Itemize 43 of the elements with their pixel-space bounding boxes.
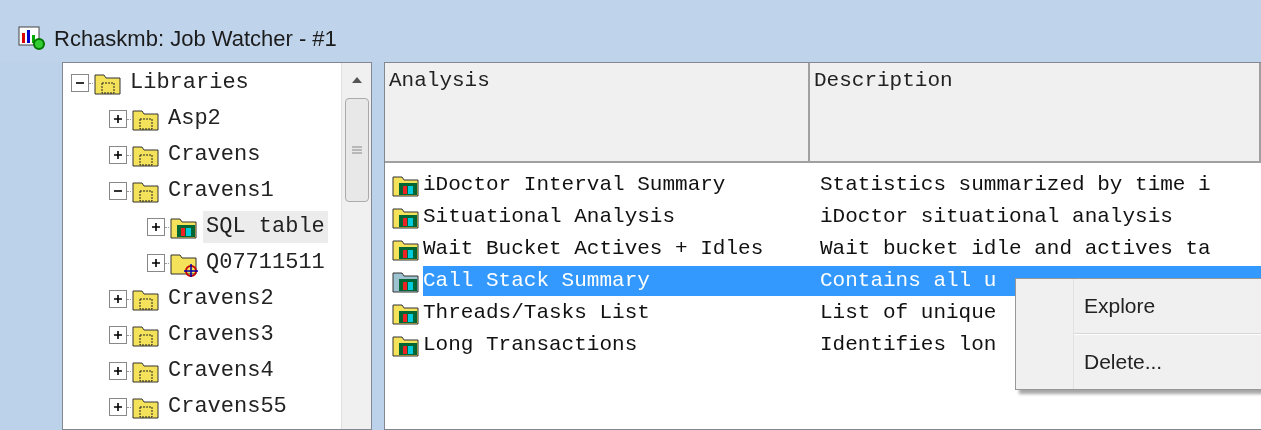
- table-cell-text: List of unique: [820, 300, 997, 327]
- table-cell-text: Contains all u: [820, 268, 997, 295]
- tree-item[interactable]: SQL table: [203, 211, 328, 243]
- table-cell-text: Wait bucket idle and actives ta: [820, 236, 1211, 263]
- tree-item[interactable]: Libraries: [127, 67, 252, 99]
- tree-item[interactable]: Cravens4: [165, 355, 277, 387]
- expand-box[interactable]: [109, 326, 127, 344]
- window-title: Rchaskmb: Job Watcher - #1: [54, 24, 337, 53]
- collapse-box[interactable]: [71, 74, 89, 92]
- collapse-box[interactable]: [109, 182, 127, 200]
- expand-box[interactable]: [109, 110, 127, 128]
- tree-item[interactable]: Cravens1: [165, 175, 277, 207]
- table-cell-text: iDoctor situational analysis: [820, 204, 1173, 231]
- column-header[interactable]: Analysis: [385, 63, 810, 161]
- table-cell-text: iDoctor Interval Summary: [423, 172, 727, 199]
- column-header[interactable]: Description: [810, 63, 1261, 161]
- expand-box[interactable]: [109, 146, 127, 164]
- tree-item[interactable]: Asp2: [165, 103, 224, 135]
- expand-box[interactable]: [109, 290, 127, 308]
- table-cell-text: Situational Analysis: [423, 204, 677, 231]
- table-row[interactable]: Wait Bucket Actives + Idles Wait bucket idle and actives ta: [423, 234, 1261, 264]
- menu-item[interactable]: Delete...: [1074, 335, 1261, 389]
- table-cell-text: Call Stack Summary: [423, 268, 651, 295]
- tree-item[interactable]: Cravens2: [165, 283, 277, 315]
- tree-item[interactable]: Q07711511: [203, 247, 328, 279]
- expand-box[interactable]: [147, 218, 165, 236]
- chart-gear-icon: [18, 25, 46, 51]
- scroll-up-icon[interactable]: [350, 76, 363, 84]
- tree-item[interactable]: Cravens55: [165, 391, 290, 423]
- expand-box[interactable]: [147, 254, 165, 272]
- table-cell-text: Identifies lon: [820, 332, 997, 359]
- scrollbar[interactable]: [341, 63, 371, 429]
- expand-box[interactable]: [109, 362, 127, 380]
- expand-box[interactable]: [109, 398, 127, 416]
- tree-item[interactable]: Cravens3: [165, 319, 277, 351]
- table-cell-text: Long Transactions: [423, 332, 639, 359]
- scroll-thumb[interactable]: [344, 98, 369, 202]
- table-cell-text: Wait Bucket Actives + Idles: [423, 236, 765, 263]
- table-row[interactable]: Situational Analysis iDoctor situational analysis: [423, 202, 1261, 232]
- table-cell-text: Statistics summarized by time i: [820, 172, 1211, 199]
- table-row[interactable]: iDoctor Interval Summary Statistics summarized by time i: [423, 170, 1261, 200]
- tree-item[interactable]: Cravens: [165, 139, 264, 171]
- table-cell-text: Threads/Tasks List: [423, 300, 651, 327]
